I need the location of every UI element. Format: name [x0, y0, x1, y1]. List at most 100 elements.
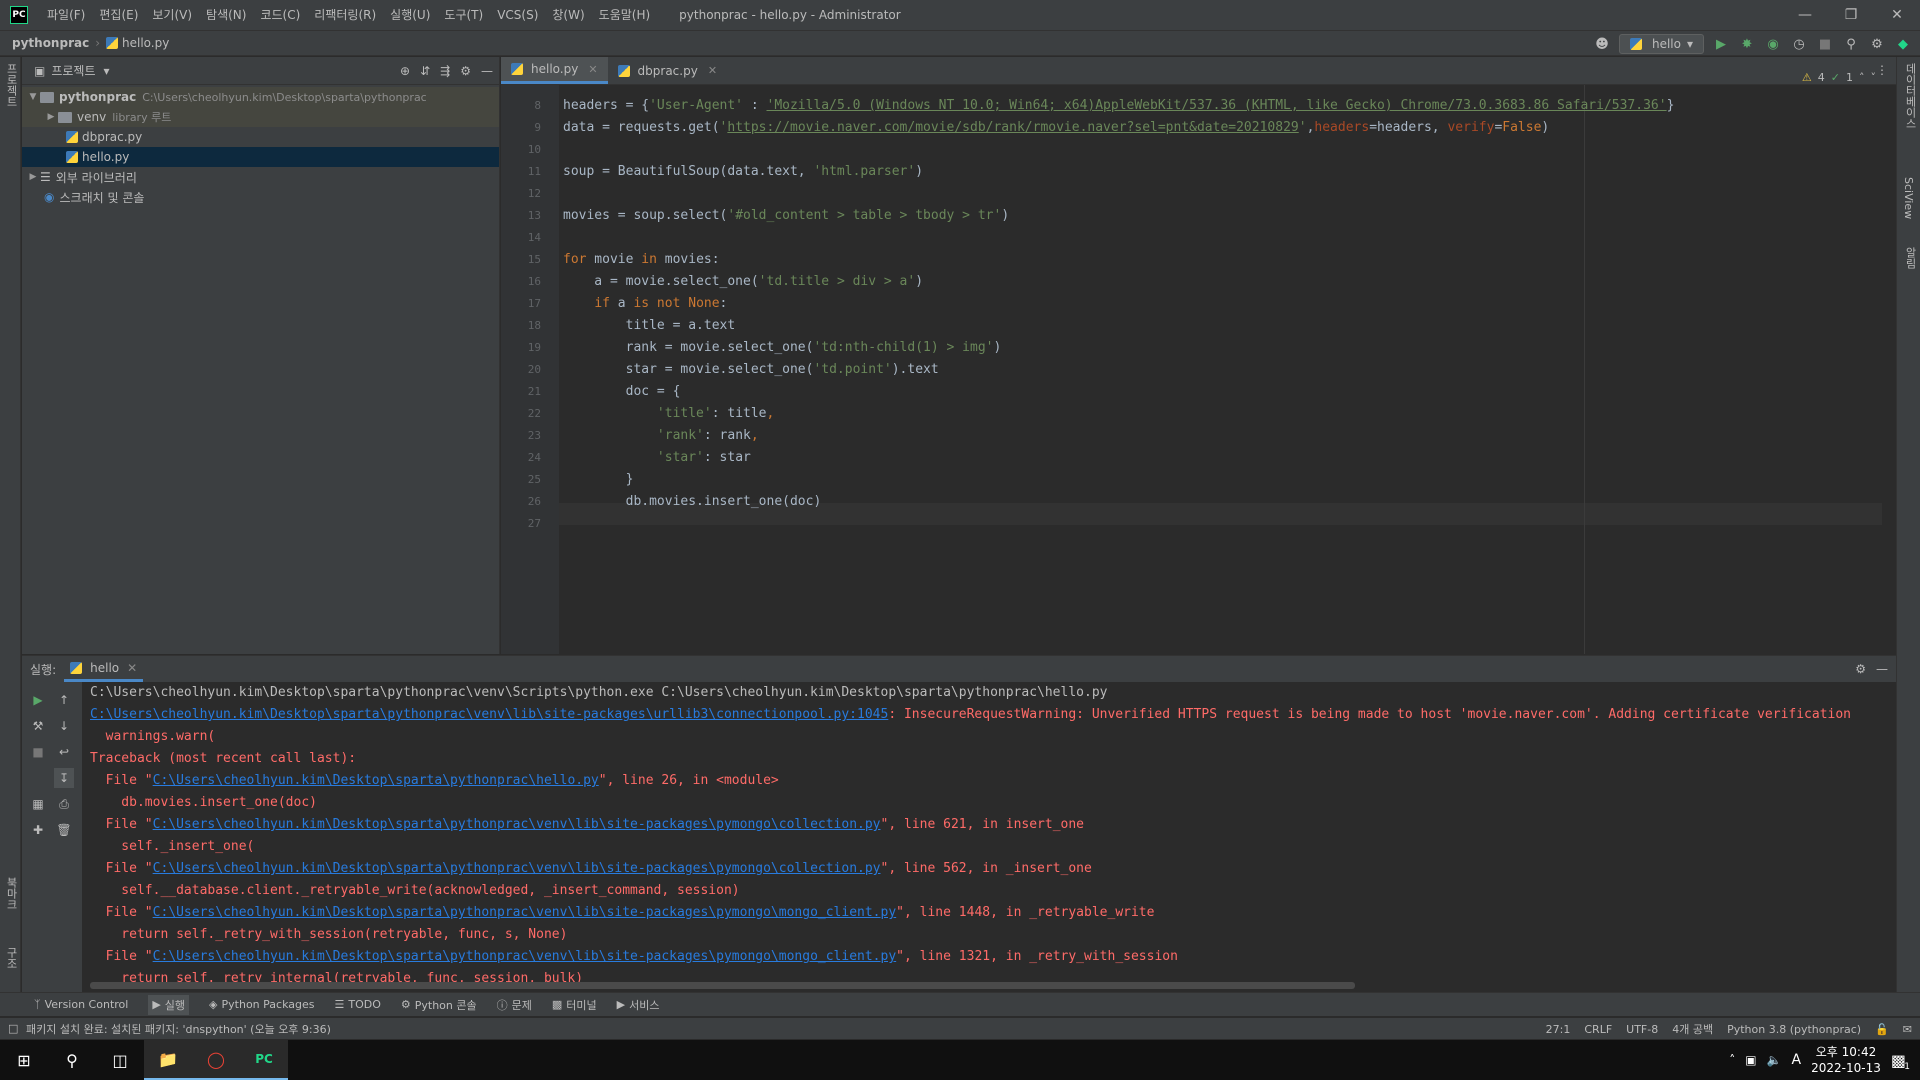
chrome-icon[interactable]: ◯: [192, 1040, 240, 1080]
structure-tool-tab[interactable]: 구조: [3, 947, 19, 969]
expand-all-icon[interactable]: ⇵: [420, 64, 430, 78]
stop-icon[interactable]: ■: [28, 742, 48, 762]
pycharm-taskbar-icon[interactable]: PC: [240, 1040, 288, 1080]
menu-window[interactable]: 창(W): [545, 0, 591, 30]
tool-tab-terminal[interactable]: ▩ 터미널: [552, 997, 597, 1013]
clock[interactable]: 오후 10:42 2022-10-13: [1811, 1044, 1881, 1076]
event-log-icon[interactable]: ✉: [1903, 1023, 1912, 1036]
collapse-all-icon[interactable]: ⇶: [440, 64, 450, 78]
menu-refactor[interactable]: 리팩터링(R): [307, 0, 383, 30]
tab-hello-py[interactable]: hello.py ✕: [501, 57, 608, 84]
debug-icon[interactable]: ✸: [1738, 35, 1756, 53]
close-tab-icon[interactable]: ✕: [127, 661, 137, 675]
console-file-link[interactable]: C:\Users\cheolhyun.kim\Desktop\sparta\py…: [90, 707, 888, 722]
windows-start-icon[interactable]: ⊞: [0, 1040, 48, 1080]
restore-icon[interactable]: ❐: [1828, 0, 1874, 30]
menu-run[interactable]: 실행(U): [383, 0, 437, 30]
print-icon[interactable]: ⎙: [54, 794, 74, 814]
trash-icon[interactable]: 🗑: [54, 820, 74, 840]
soft-wrap-icon[interactable]: ↩: [54, 742, 74, 762]
close-tab-icon[interactable]: ✕: [708, 64, 717, 77]
tree-item-hello[interactable]: hello.py: [22, 147, 499, 167]
wrench-icon[interactable]: ⚒: [28, 716, 48, 736]
tree-item-pythonprac[interactable]: ▼ pythonprac C:\Users\cheolhyun.kim\Desk…: [22, 87, 499, 107]
network-icon[interactable]: ▣: [1745, 1053, 1756, 1067]
close-tab-icon[interactable]: ✕: [588, 63, 597, 76]
tool-tab-problems[interactable]: ⓘ 문제: [497, 997, 532, 1013]
menu-view[interactable]: 보기(V): [145, 0, 199, 30]
gear-icon[interactable]: ⚙: [1855, 662, 1866, 676]
tool-tab-todo[interactable]: ☰ TODO: [334, 998, 380, 1011]
file-encoding[interactable]: UTF-8: [1626, 1023, 1658, 1036]
jetbrains-icon[interactable]: ◆: [1894, 35, 1912, 53]
console-output[interactable]: C:\Users\cheolhyun.kim\Desktop\sparta\py…: [90, 682, 1876, 992]
file-explorer-icon[interactable]: 📁: [144, 1040, 192, 1080]
scroll-to-end-icon[interactable]: ↧: [54, 768, 74, 788]
status-message[interactable]: 패키지 설치 완료: 설치된 패키지: 'dnspython' (오늘 오후 9…: [26, 1021, 331, 1037]
chevron-right-icon[interactable]: ▶: [44, 112, 58, 122]
breadcrumb-file[interactable]: hello.py: [106, 36, 169, 50]
chevron-right-icon[interactable]: ▶: [26, 172, 40, 182]
database-tool-tab[interactable]: 데이터베이스: [1902, 63, 1918, 129]
menu-navigate[interactable]: 탐색(N): [199, 0, 253, 30]
search-icon[interactable]: ⚲: [1842, 35, 1860, 53]
console-file-link[interactable]: C:\Users\cheolhyun.kim\Desktop\sparta\py…: [153, 861, 881, 876]
breadcrumb-project[interactable]: pythonprac: [12, 36, 89, 50]
close-icon[interactable]: ✕: [1874, 0, 1920, 30]
profile-icon[interactable]: ◷: [1790, 35, 1808, 53]
sciview-tool-tab[interactable]: SciView: [1902, 177, 1915, 219]
tool-tab-run[interactable]: ▶ 실행: [148, 994, 190, 1015]
tool-tab-python-console[interactable]: ⚙ Python 콘솔: [401, 997, 477, 1013]
bookmarks-tool-tab[interactable]: 북마크: [3, 877, 19, 910]
menu-help[interactable]: 도움말(H): [592, 0, 658, 30]
chevron-down-icon[interactable]: ˅: [1871, 71, 1877, 84]
project-tool-tab[interactable]: 프로젝트: [3, 63, 19, 107]
gear-icon[interactable]: ⚙: [460, 64, 471, 78]
hide-icon[interactable]: —: [481, 64, 493, 78]
task-view-icon[interactable]: ◫: [96, 1040, 144, 1080]
horizontal-scrollbar[interactable]: [90, 982, 1355, 989]
user-icon[interactable]: ☻: [1593, 35, 1611, 53]
toggle-tool-windows-icon[interactable]: □: [8, 1022, 18, 1035]
tree-item-dbprac[interactable]: dbprac.py: [22, 127, 499, 147]
line-separator[interactable]: CRLF: [1584, 1023, 1612, 1036]
tool-tab-services[interactable]: ▶ 서비스: [617, 997, 660, 1013]
volume-icon[interactable]: 🔈: [1767, 1053, 1782, 1067]
console-file-link[interactable]: C:\Users\cheolhyun.kim\Desktop\sparta\py…: [153, 949, 897, 964]
run-tab-hello[interactable]: hello ✕: [64, 656, 144, 682]
layout-icon[interactable]: ▦: [28, 794, 48, 814]
run-configuration-select[interactable]: hello ▾: [1618, 34, 1704, 54]
ime-indicator[interactable]: A: [1792, 1052, 1802, 1068]
tab-dbprac-py[interactable]: dbprac.py ✕: [608, 57, 728, 84]
console-file-link[interactable]: C:\Users\cheolhyun.kim\Desktop\sparta\py…: [153, 905, 897, 920]
menu-file[interactable]: 파일(F): [40, 0, 92, 30]
chevron-down-icon[interactable]: ▼: [26, 92, 40, 102]
arrow-up-icon[interactable]: ↑: [54, 690, 74, 710]
run-icon[interactable]: ▶: [1712, 35, 1730, 53]
notification-center-icon[interactable]: ▩ 1: [1891, 1051, 1910, 1072]
tree-item-external-libraries[interactable]: ▶ ☰ 외부 라이브러리: [22, 167, 499, 187]
chevron-up-icon[interactable]: ˄: [1729, 1053, 1735, 1067]
locate-icon[interactable]: ⊕: [400, 64, 410, 78]
lock-icon[interactable]: 🔓: [1875, 1023, 1889, 1036]
code-area[interactable]: headers = {'User-Agent' : 'Mozilla/5.0 (…: [559, 85, 1882, 654]
arrow-down-icon[interactable]: ↓: [54, 716, 74, 736]
caret-position[interactable]: 27:1: [1546, 1023, 1571, 1036]
menu-edit[interactable]: 편집(E): [92, 0, 145, 30]
menu-vcs[interactable]: VCS(S): [490, 0, 545, 30]
search-icon[interactable]: ⚲: [48, 1040, 96, 1080]
console-file-link[interactable]: C:\Users\cheolhyun.kim\Desktop\sparta\py…: [153, 817, 881, 832]
pin-icon[interactable]: ✚: [28, 820, 48, 840]
menu-tools[interactable]: 도구(T): [437, 0, 490, 30]
project-panel-title[interactable]: 프로젝트: [51, 62, 95, 79]
settings-icon[interactable]: ⚙: [1868, 35, 1886, 53]
console-file-link[interactable]: C:\Users\cheolhyun.kim\Desktop\sparta\py…: [153, 773, 599, 788]
notifications-tool-tab[interactable]: 알림: [1902, 247, 1918, 269]
tree-item-scratches[interactable]: ◉ 스크래치 및 콘솔: [22, 187, 499, 207]
menu-code[interactable]: 코드(C): [253, 0, 307, 30]
rerun-icon[interactable]: ▶: [28, 690, 48, 710]
tree-item-venv[interactable]: ▶ venv library 루트: [22, 107, 499, 127]
minimize-icon[interactable]: —: [1782, 0, 1828, 30]
coverage-icon[interactable]: ◉: [1764, 35, 1782, 53]
indent-setting[interactable]: 4개 공백: [1672, 1021, 1713, 1037]
